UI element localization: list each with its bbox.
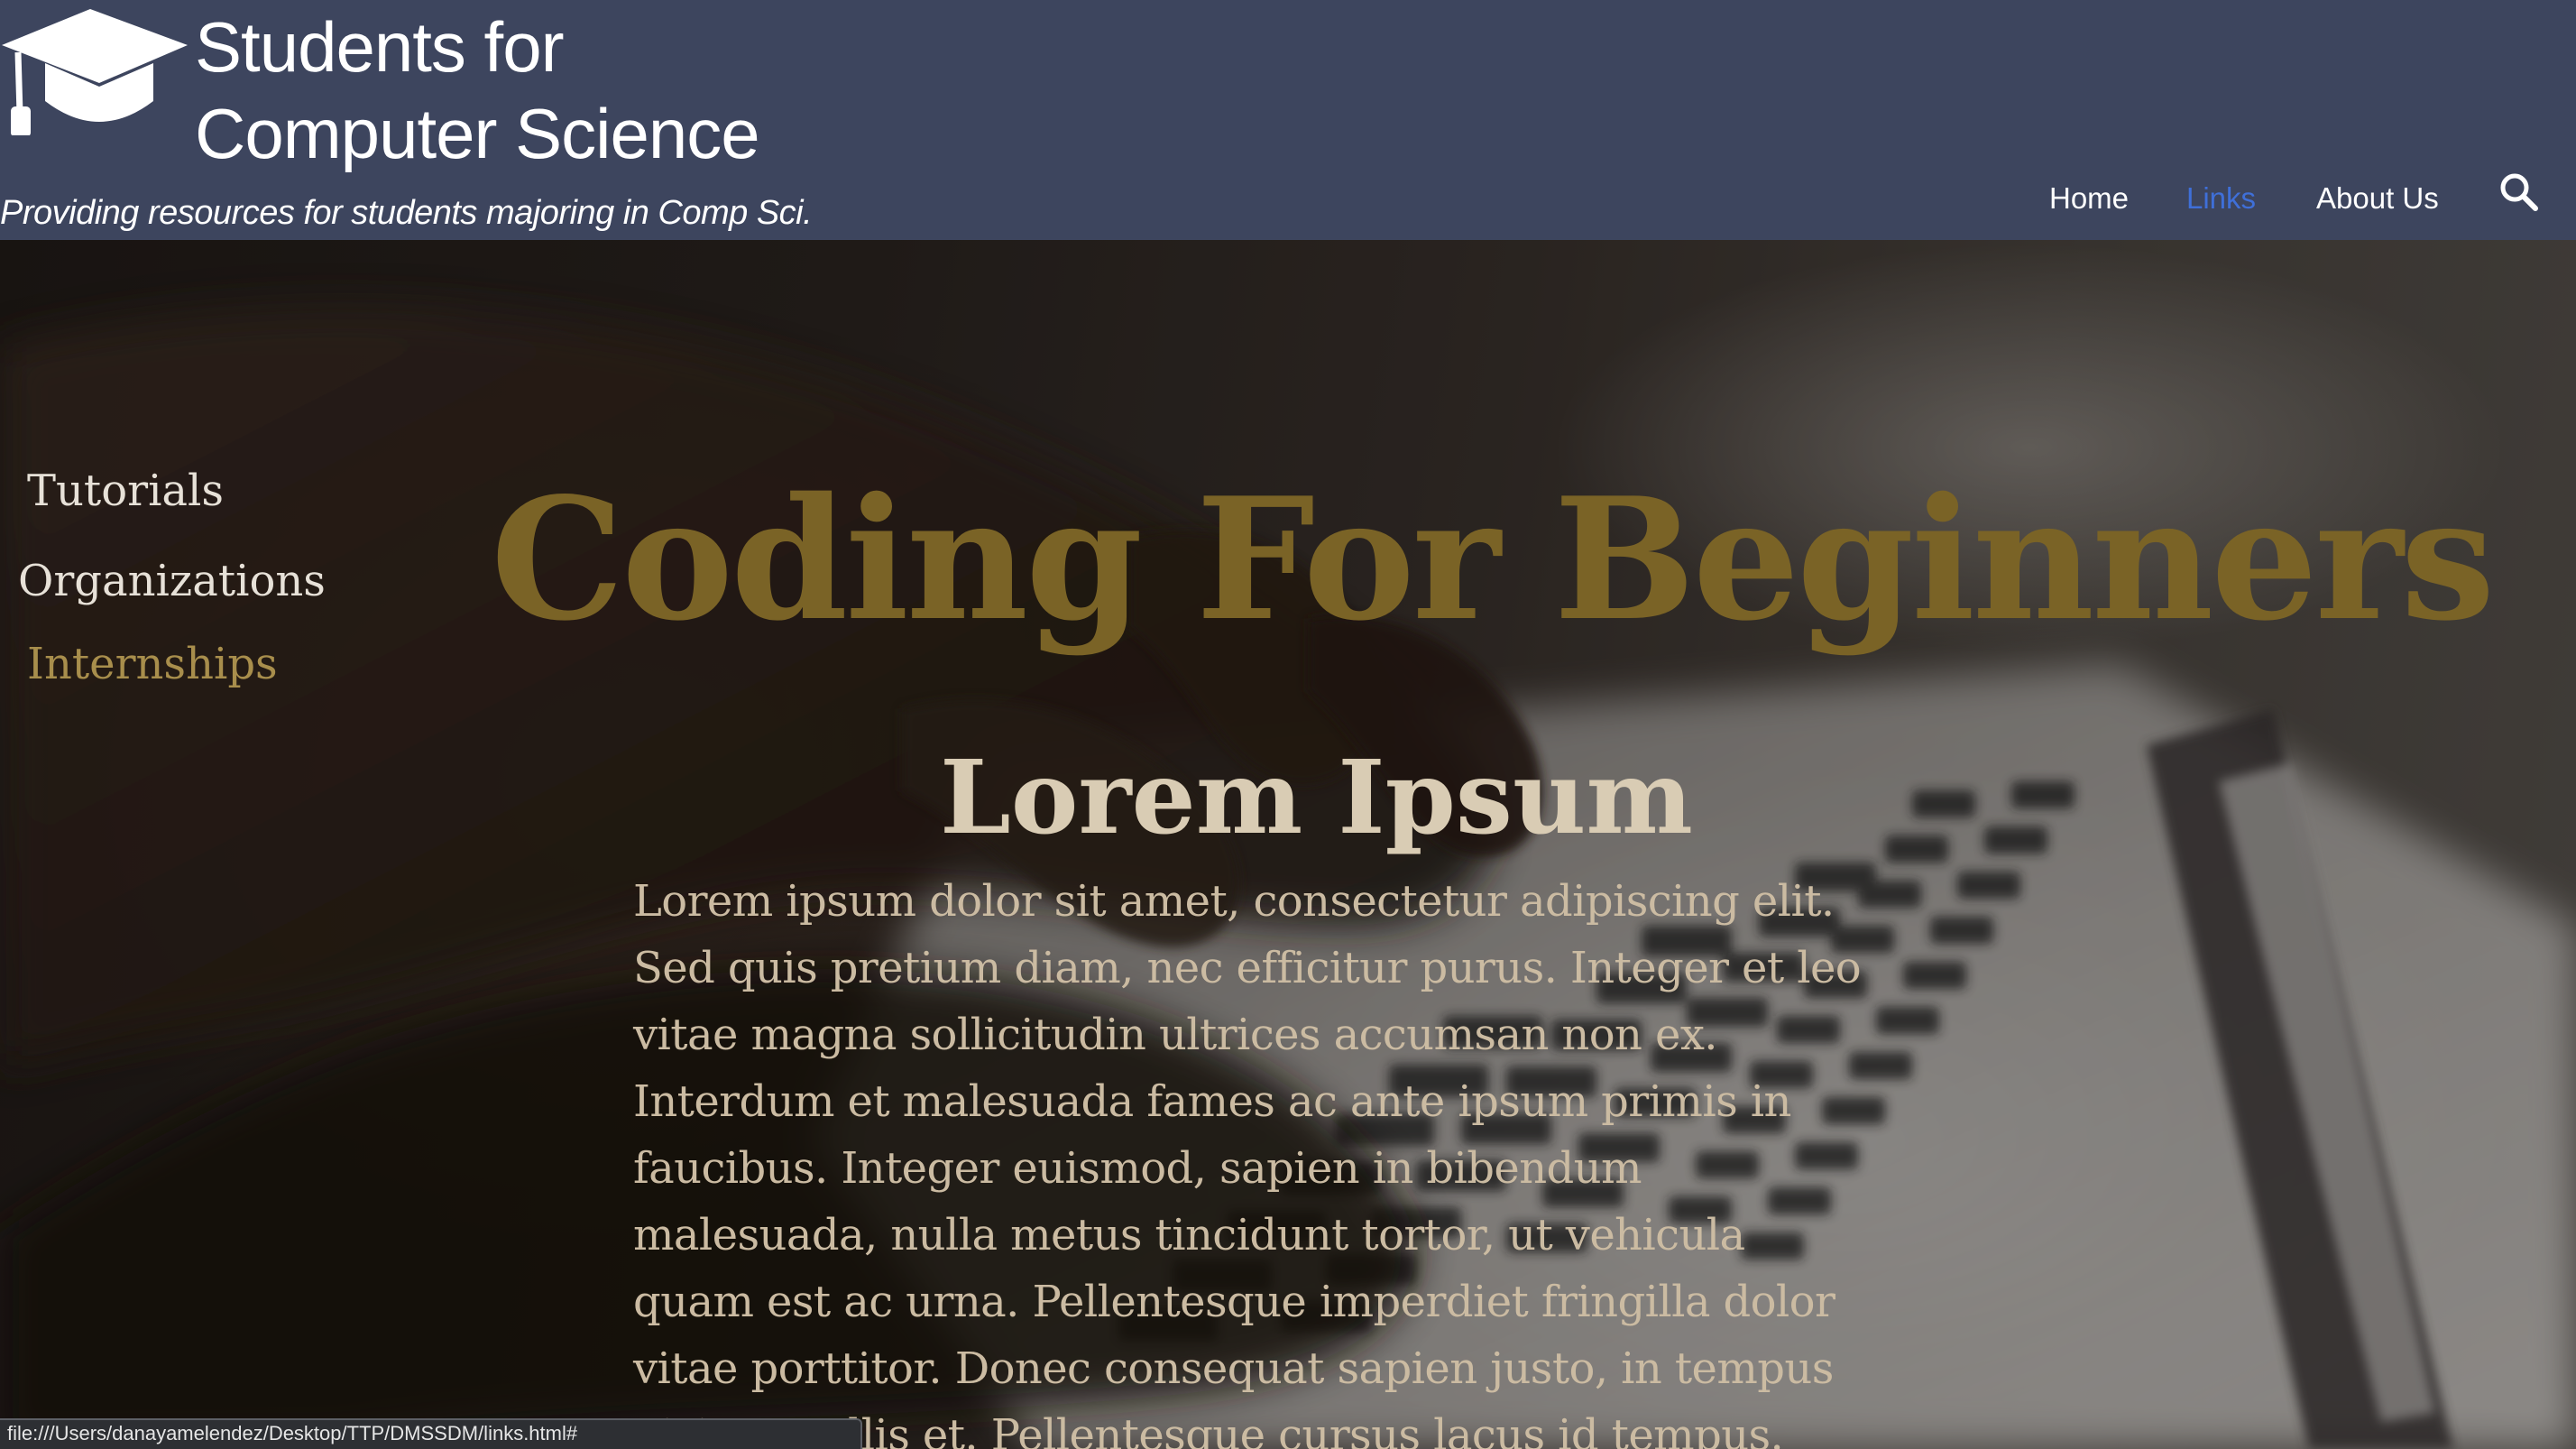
graduation-cap-icon[interactable]: [0, 7, 189, 135]
sidebar-item-organizations[interactable]: Organizations: [18, 552, 326, 610]
site-title-line-2: Computer Science: [195, 94, 760, 173]
sidebar-item-tutorials[interactable]: Tutorials: [27, 462, 224, 520]
nav-link-links[interactable]: Links: [2186, 173, 2256, 224]
site-tagline: Providing resources for students majorin…: [0, 194, 813, 232]
nav-link-home[interactable]: Home: [2049, 173, 2129, 224]
page-title: Coding For Beginners: [491, 459, 2495, 658]
site-header: Students for Computer Science Providing …: [0, 0, 2576, 240]
browser-status-bar-url: file:///Users/danayamelendez/Desktop/TTP…: [0, 1418, 862, 1449]
site-title-line-1: Students for: [195, 7, 565, 87]
sidebar-item-internships[interactable]: Internships: [27, 635, 278, 693]
body-paragraph: Lorem ipsum dolor sit amet, consectetur …: [633, 876, 1862, 1449]
site-title: Students for Computer Science: [195, 4, 760, 177]
search-icon[interactable]: [2497, 170, 2540, 213]
section-heading: Lorem Ipsum: [940, 738, 1693, 857]
nav-link-about-us[interactable]: About Us: [2316, 173, 2439, 224]
